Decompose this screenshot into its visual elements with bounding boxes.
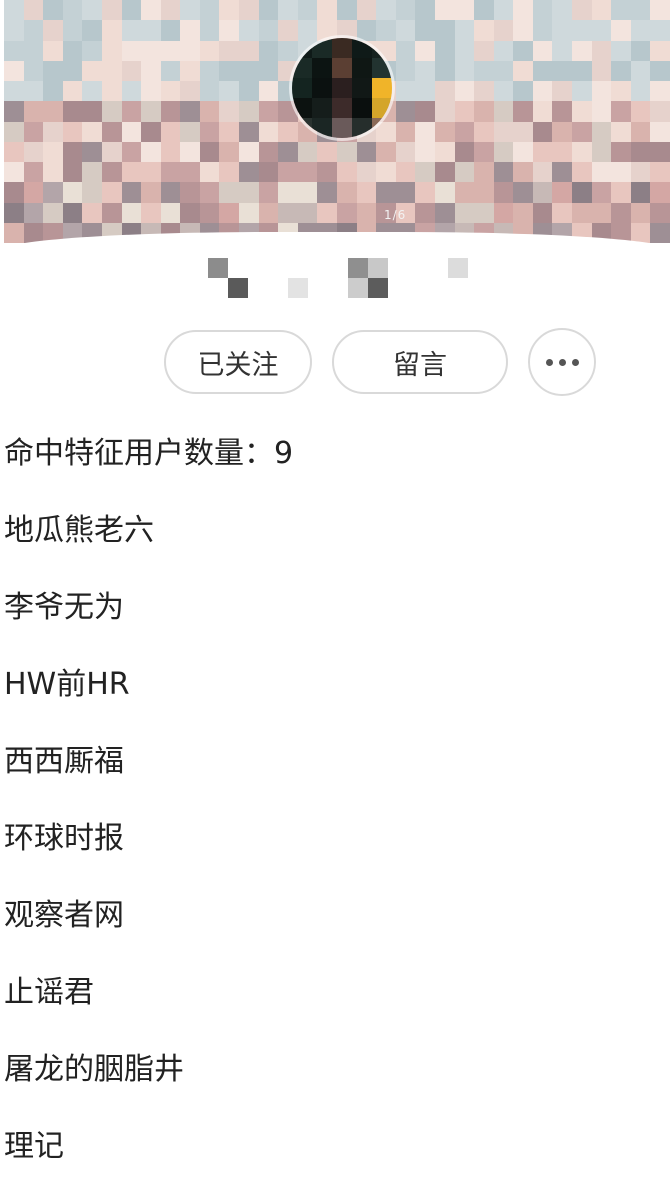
list-item: 理记 — [4, 1129, 64, 1164]
matched-count-value: 9 — [274, 436, 294, 471]
more-dots-icon-dot — [571, 358, 579, 366]
list-item: 观察者网 — [4, 898, 124, 933]
profile-action-bar: 已关注 留言 — [0, 328, 670, 398]
matched-users-list: 命中特征用户数量：9 地瓜熊老六 李爷无为 HW前HR 西西厮福 环球时报 观察… — [4, 432, 664, 1196]
matched-count-line: 命中特征用户数量：9 — [4, 432, 664, 509]
list-item: 地瓜熊老六 — [4, 513, 154, 548]
profile-name-redacted — [205, 256, 475, 300]
list-item: HW前HR — [4, 667, 130, 702]
list-item: 李爷无为 — [4, 590, 124, 625]
more-options-button[interactable] — [528, 328, 596, 396]
following-button[interactable]: 已关注 — [164, 330, 312, 394]
list-item: 止谣君 — [4, 975, 94, 1010]
list-item: 西西厮福 — [4, 744, 124, 779]
following-button-label: 已关注 — [197, 349, 279, 381]
profile-banner-image[interactable]: 1/6 — [4, 0, 670, 243]
matched-count-label: 命中特征用户数量： — [4, 436, 274, 471]
list-item: 环球时报 — [4, 821, 124, 856]
avatar[interactable] — [292, 38, 392, 138]
more-dots-icon — [545, 358, 553, 366]
banner-page-indicator: 1/6 — [384, 208, 407, 222]
message-button-label: 留言 — [393, 349, 447, 381]
profile-page: 1/6 已关注 留言 命中特征用户数量：9 地瓜熊老六 李爷无为 HW前HR 西… — [0, 0, 670, 1196]
list-item: 屠龙的胭脂井 — [4, 1052, 184, 1087]
more-dots-icon-dot — [558, 358, 566, 366]
message-button[interactable]: 留言 — [332, 330, 508, 394]
